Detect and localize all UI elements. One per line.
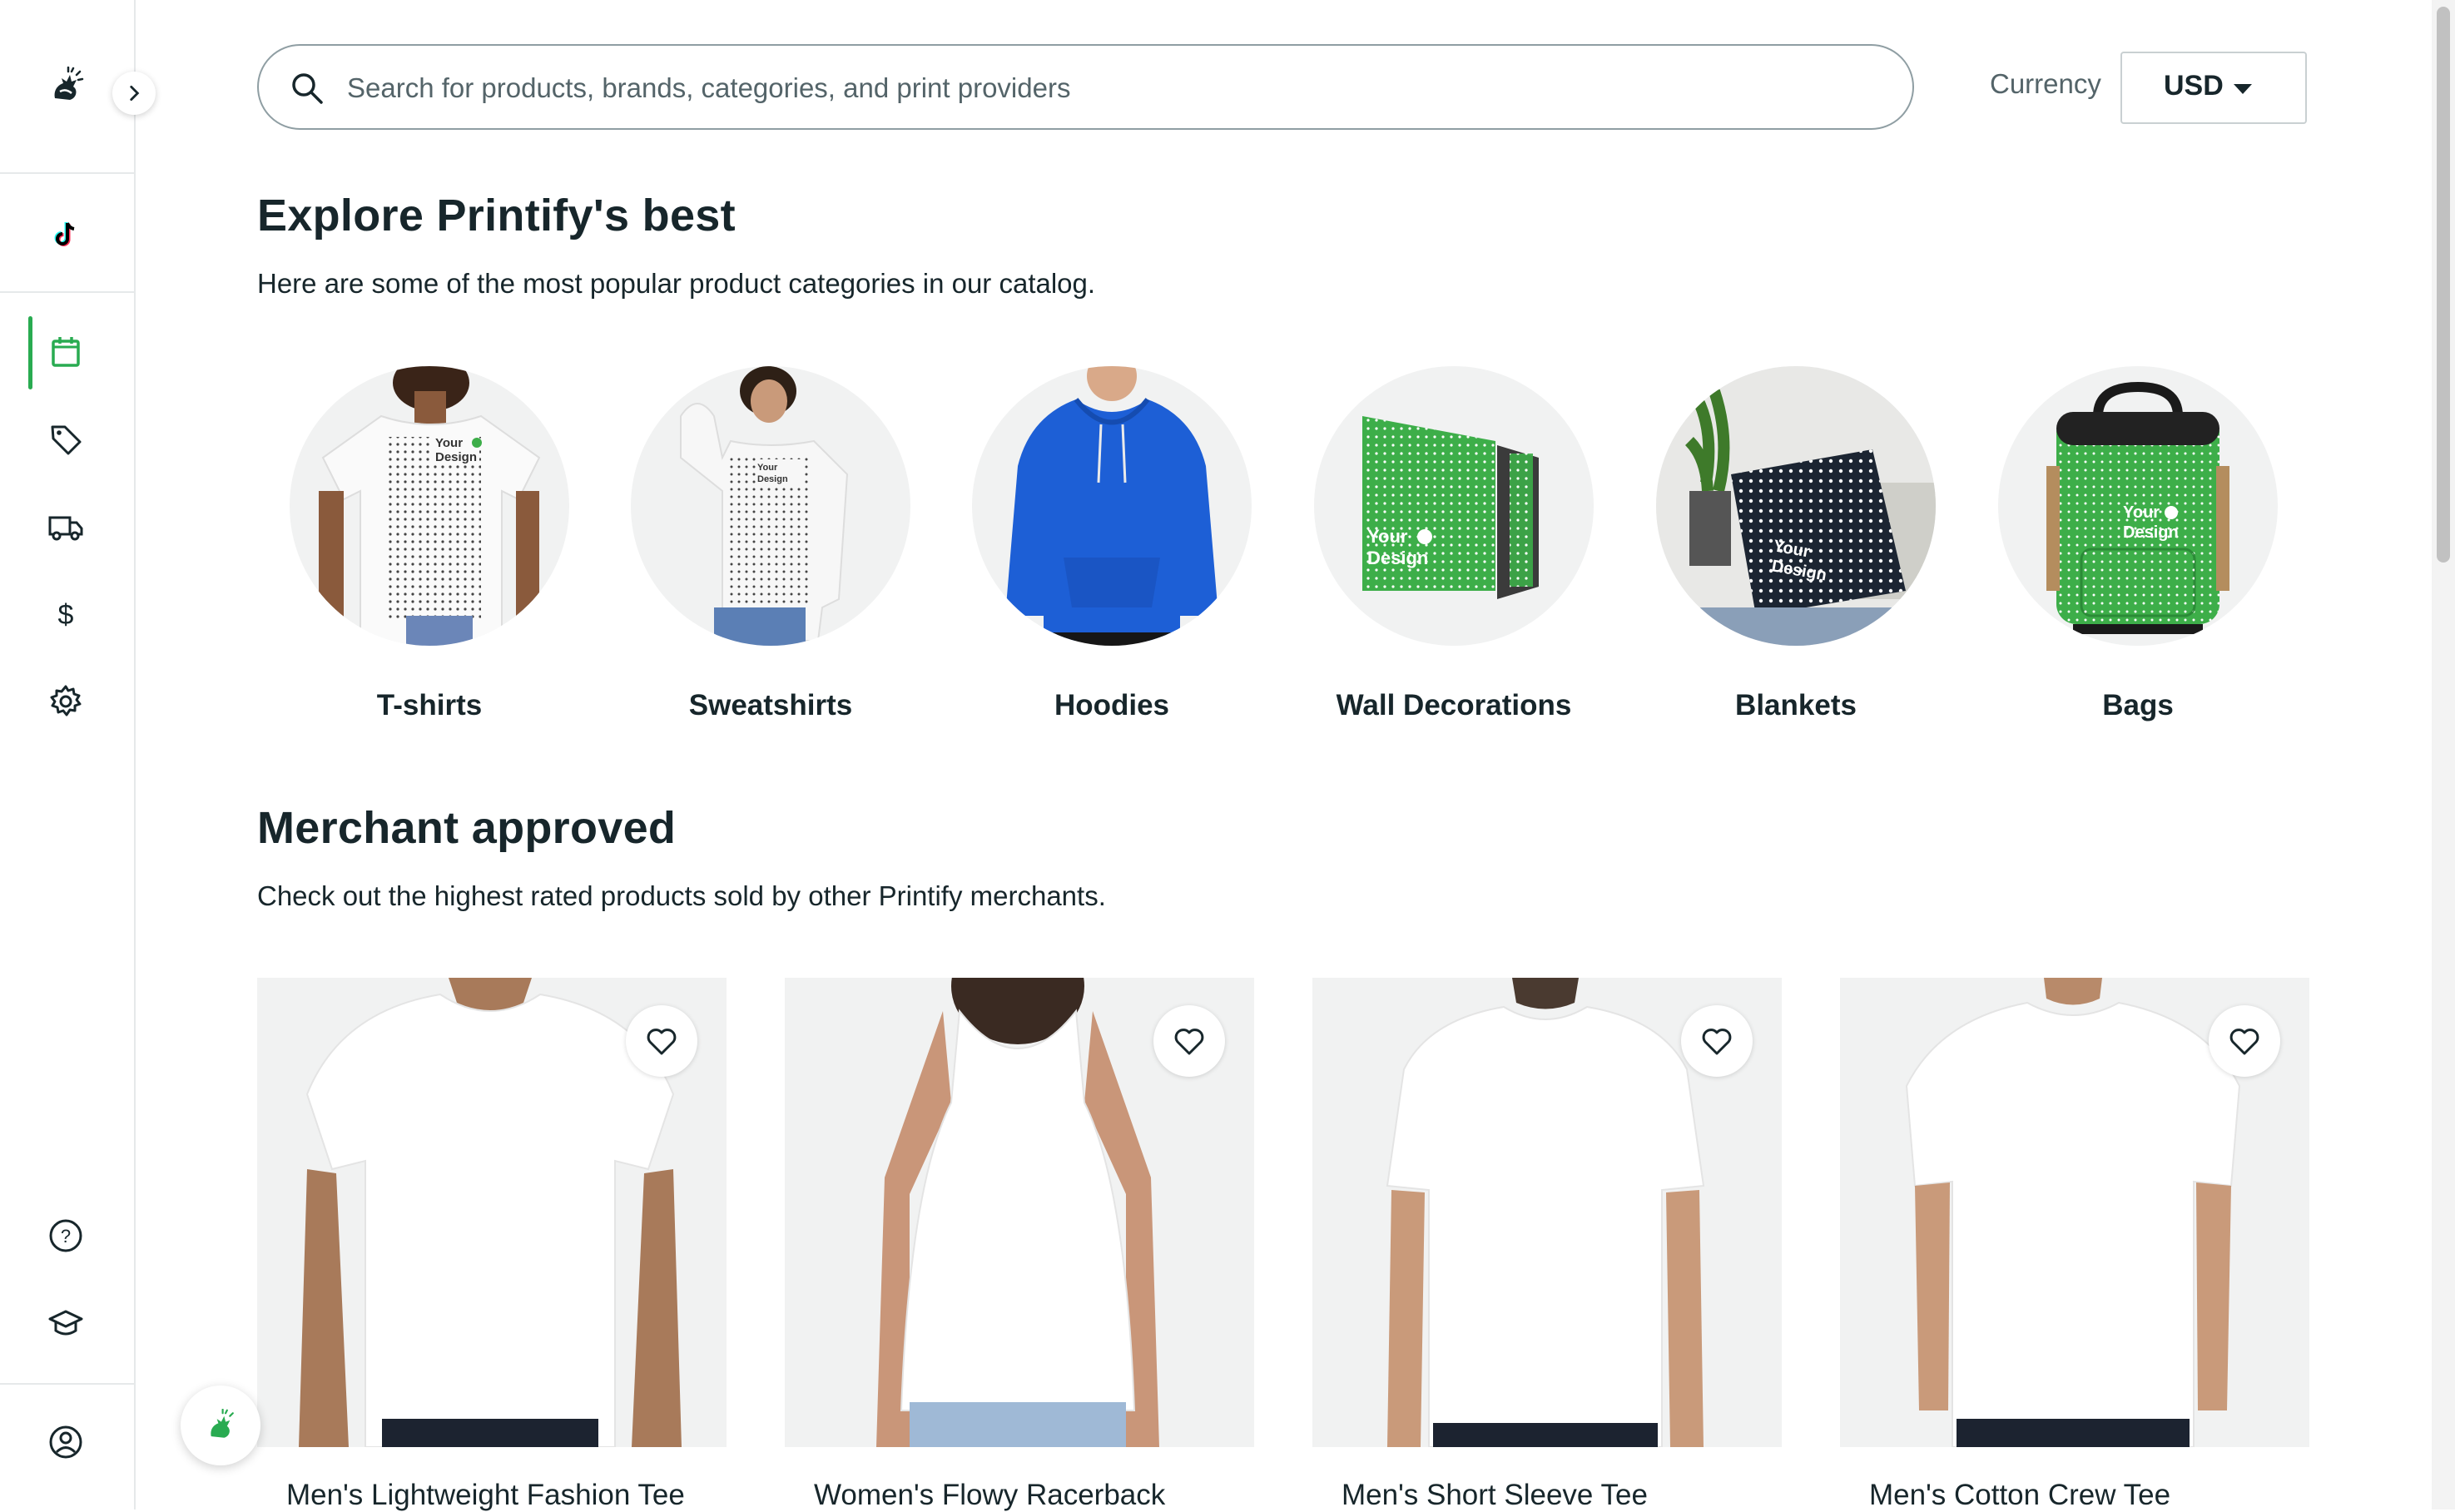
product-card[interactable]: Men's Lightweight Fashion Tee — [257, 978, 727, 1511]
tshirt-image: Your Design — [290, 366, 569, 646]
help-icon[interactable]: ? — [40, 1210, 92, 1262]
sweatshirt-image: Your Design — [631, 366, 910, 646]
category-label: Blankets — [1735, 689, 1857, 721]
product-image — [1840, 978, 2309, 1447]
product-title[interactable]: Men's Short Sleeve Tee — [1342, 1479, 1648, 1512]
heart-icon — [1174, 1029, 1204, 1055]
currency-dropdown[interactable]: USD — [2120, 52, 2307, 124]
printify-logo-icon[interactable] — [40, 60, 92, 112]
favorite-button[interactable] — [1681, 1005, 1753, 1077]
favorite-button[interactable] — [2209, 1005, 2280, 1077]
svg-text:$: $ — [58, 599, 74, 631]
blanket-image: Your Design — [1656, 366, 1936, 646]
design-text-line2: Design — [435, 450, 477, 464]
product-card[interactable]: Men's Short Sleeve Tee — [1312, 978, 1782, 1511]
design-text-line1: Your — [2123, 503, 2160, 522]
favorite-button[interactable] — [626, 1005, 697, 1077]
product-image — [785, 978, 1254, 1447]
product-card[interactable]: Men's Cotton Crew Tee — [1840, 978, 2309, 1511]
bag-image: Your Design — [1998, 366, 2278, 646]
category-label: Hoodies — [1054, 689, 1170, 721]
currency-value: USD — [2164, 70, 2224, 102]
account-icon[interactable] — [40, 1416, 92, 1468]
design-text-line2: Design — [1367, 548, 1428, 568]
design-text-line1: Your — [435, 436, 463, 450]
wall-decor-image: Your Design — [1314, 366, 1594, 646]
caret-down-icon — [2234, 84, 2252, 94]
category-label: T-shirts — [376, 689, 483, 721]
sidebar-divider — [0, 291, 134, 293]
search-input[interactable] — [345, 66, 1880, 111]
category-hoodies[interactable]: Hoodies — [972, 366, 1252, 721]
product-image — [1312, 978, 1782, 1447]
scrollbar-thumb[interactable] — [2437, 7, 2450, 563]
printify-helper-icon — [211, 1409, 234, 1438]
category-label: Bags — [2102, 689, 2174, 721]
sidebar-divider — [0, 1383, 134, 1385]
product-title[interactable]: Men's Lightweight Fashion Tee — [286, 1479, 685, 1512]
category-tshirts[interactable]: Your Design T-shirts — [290, 366, 569, 721]
heart-icon — [647, 1029, 677, 1055]
search-bar[interactable] — [257, 44, 1914, 130]
hoodie-image — [972, 366, 1252, 646]
category-bags[interactable]: Your Design Bags — [1998, 366, 2278, 721]
search-icon — [292, 73, 323, 104]
active-indicator — [28, 316, 32, 389]
merchant-heading: Merchant approved — [257, 803, 677, 853]
sidebar: $ ? — [0, 0, 136, 1510]
category-sweatshirts[interactable]: Your Design Sweatshirts — [631, 366, 910, 721]
product-title[interactable]: Women's Flowy Racerback — [814, 1479, 1165, 1512]
merchant-subtitle: Check out the highest rated products sol… — [257, 880, 1106, 911]
gear-icon[interactable] — [40, 676, 92, 727]
sidebar-divider — [0, 172, 134, 174]
category-label: Wall Decorations — [1336, 689, 1572, 721]
svg-text:?: ? — [61, 1226, 71, 1247]
sidebar-expand-button[interactable] — [112, 72, 156, 115]
chat-support-button[interactable] — [181, 1386, 260, 1465]
heart-icon — [1702, 1029, 1732, 1055]
currency-label: Currency — [1990, 68, 2101, 99]
explore-heading: Explore Printify's best — [257, 191, 736, 240]
design-text-line1: Your — [1367, 526, 1408, 547]
academy-icon[interactable] — [40, 1297, 92, 1349]
product-image — [257, 978, 727, 1447]
product-card[interactable]: Women's Flowy Racerback — [785, 978, 1254, 1511]
chevron-right-icon — [130, 86, 140, 101]
design-text-line1: Your — [757, 463, 778, 473]
design-text-line2: Design — [2123, 523, 2179, 542]
category-blankets[interactable]: Your Design Blankets — [1656, 366, 1936, 721]
tag-icon[interactable] — [40, 414, 92, 465]
dollar-icon[interactable]: $ — [40, 588, 92, 640]
heart-icon — [2229, 1029, 2259, 1055]
category-wall-decorations[interactable]: Your Design Wall Decorations — [1314, 366, 1594, 721]
explore-subtitle: Here are some of the most popular produc… — [257, 268, 1096, 299]
category-label: Sweatshirts — [688, 689, 853, 721]
tiktok-icon[interactable] — [40, 208, 92, 260]
product-title[interactable]: Men's Cotton Crew Tee — [1869, 1479, 2170, 1512]
catalog-icon[interactable] — [40, 325, 92, 377]
design-text-line2: Design — [757, 474, 788, 484]
favorite-button[interactable] — [1153, 1005, 1225, 1077]
truck-icon[interactable] — [40, 501, 92, 553]
